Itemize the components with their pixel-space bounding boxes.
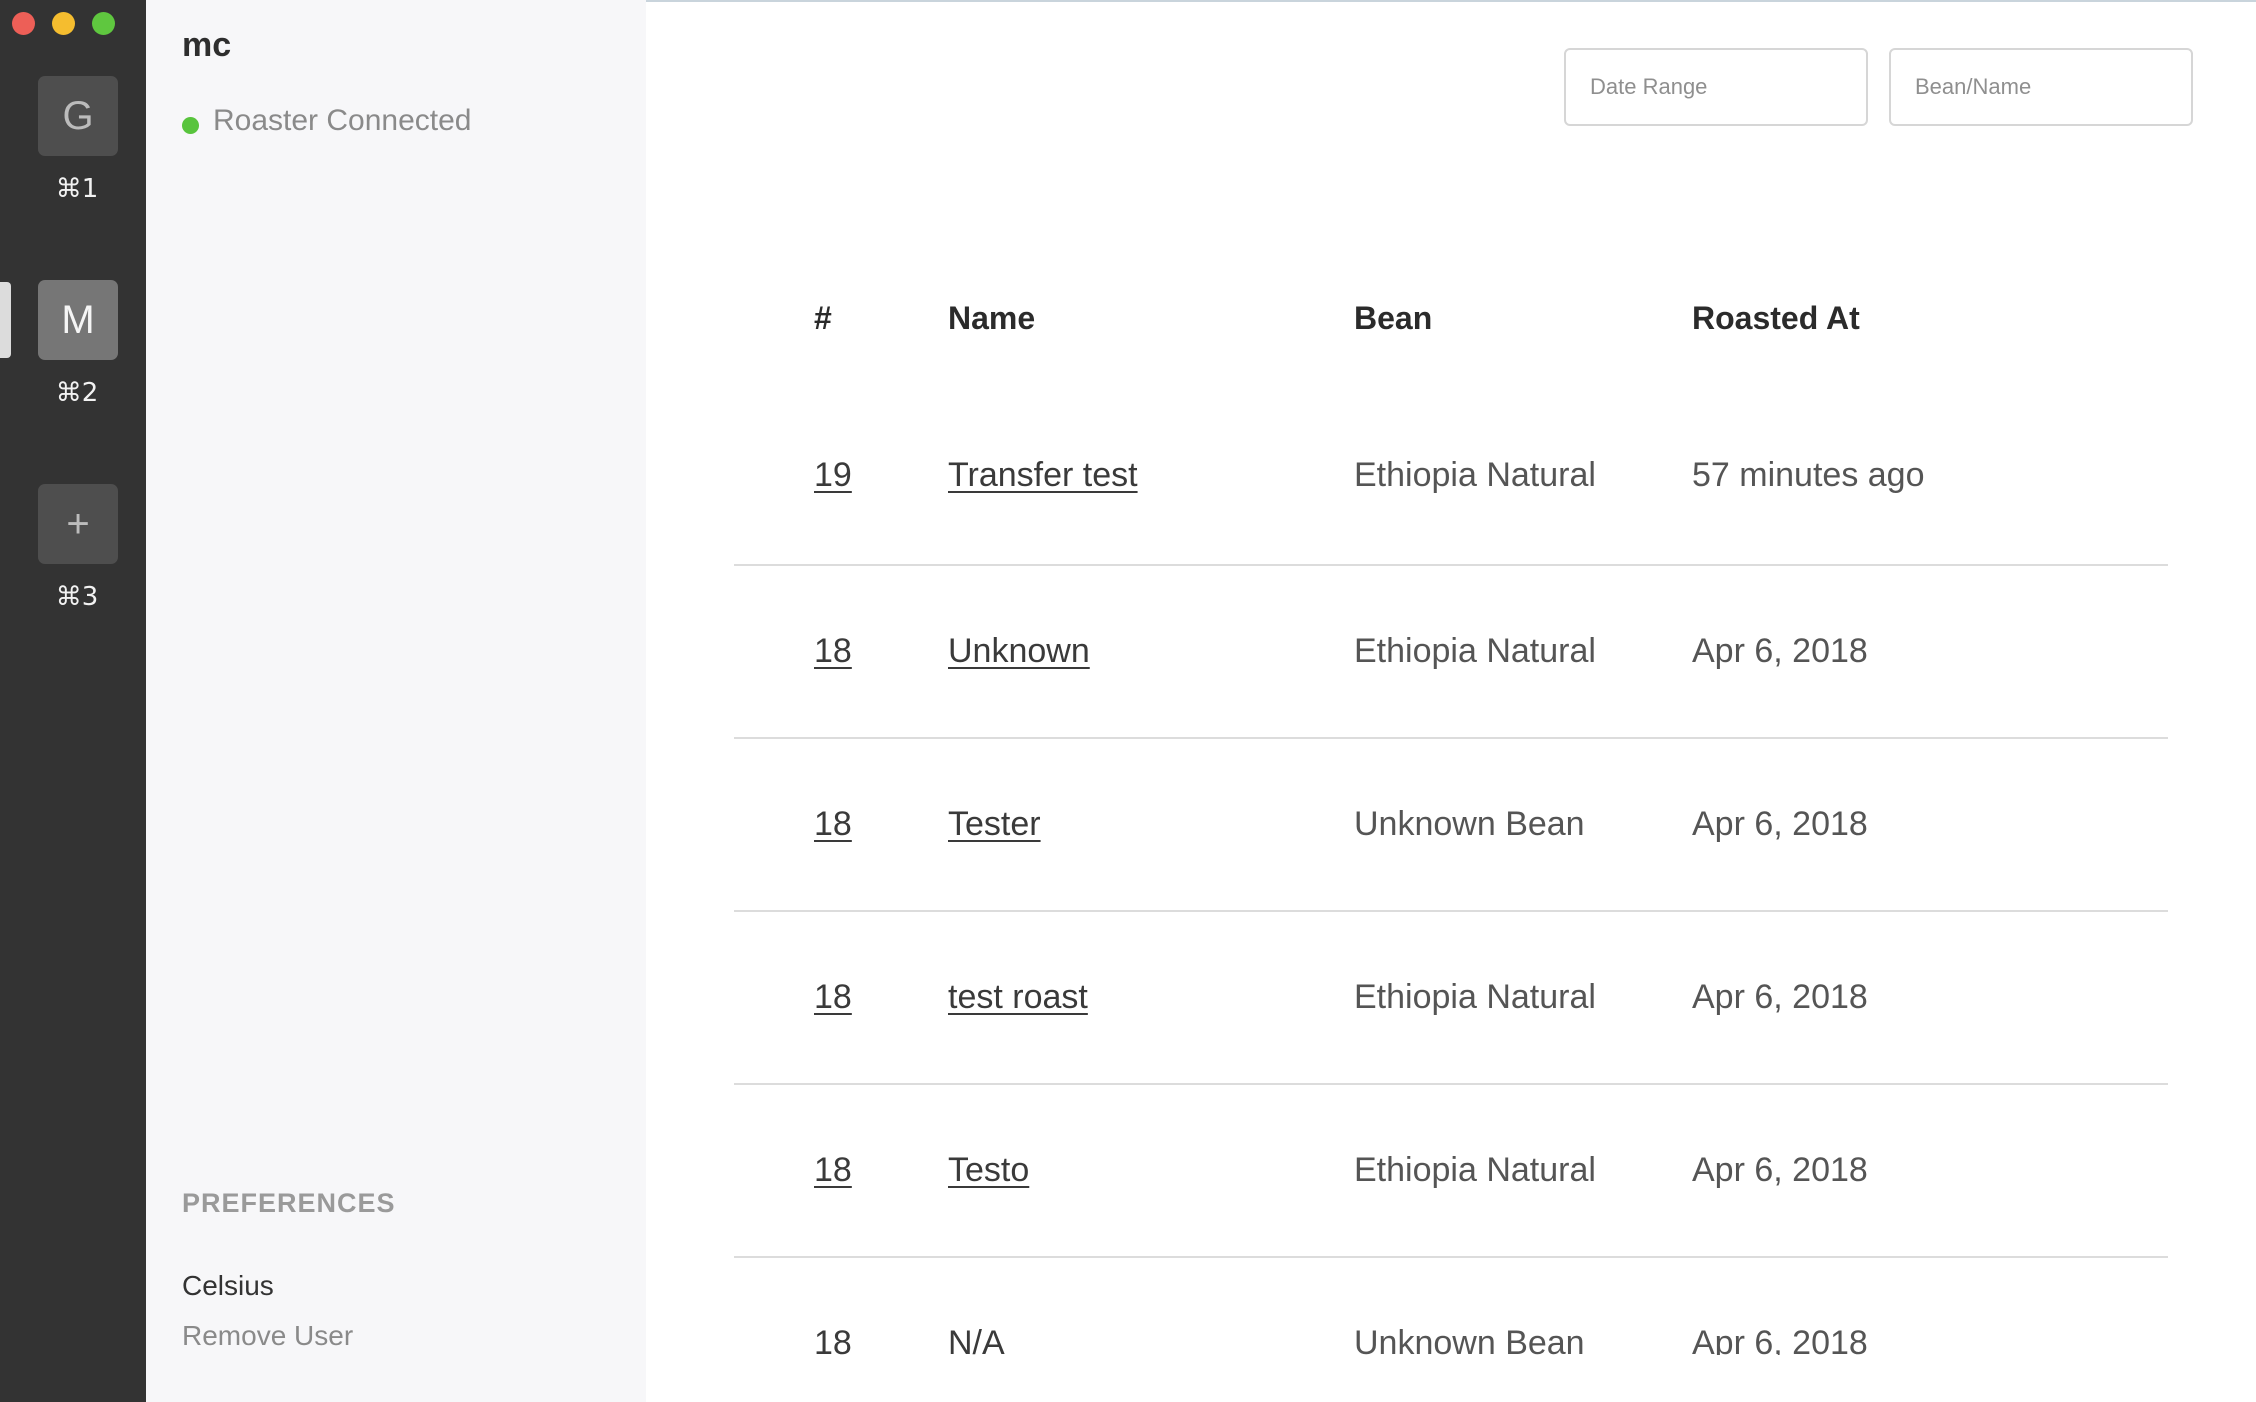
remove-user-link[interactable]: Remove User [182,1320,353,1352]
roast-table: # Name Bean Roasted At 19 Transfer test … [734,250,2168,1402]
roast-name-cell: Tester [948,738,1354,912]
roast-name-link[interactable]: Testo [948,1151,1029,1189]
roast-name-link[interactable]: test roast [948,978,1088,1016]
bean-cell: Ethiopia Natural [1354,565,1692,739]
table-header-row: # Name Bean Roasted At [734,250,2168,386]
roast-number-cell: 18 [734,911,948,1085]
user-switch-m-shortcut: ⌘2 [55,378,99,408]
roast-number-cell: 19 [734,386,948,566]
column-header-name[interactable]: Name [948,250,1354,386]
maximize-window-button[interactable] [92,12,115,35]
roasted-at-cell: 57 minutes ago [1692,386,2168,566]
bean-cell: Ethiopia Natural [1354,1084,1692,1258]
list-clip-edge [646,1355,2256,1402]
active-user-indicator [0,282,11,358]
roast-number-cell: 18 [734,738,948,912]
roast-number-link[interactable]: 18 [814,978,852,1016]
bean-name-search-input[interactable] [1889,48,2193,126]
app-window: G ⌘1 M ⌘2 + ⌘3 mc Roaster Connected PREF… [0,0,2256,1402]
bean-cell: Ethiopia Natural [1354,911,1692,1085]
table-row[interactable]: 18 Unknown Ethiopia Natural Apr 6, 2018 [734,565,2168,739]
user-switch-m-button[interactable]: M [38,280,118,360]
add-user-shortcut: ⌘3 [55,582,99,612]
roasted-at-cell: Apr 6, 2018 [1692,565,2168,739]
roast-number-link[interactable]: 19 [814,456,852,494]
roast-name-cell: Transfer test [948,386,1354,566]
roast-name-cell: Testo [948,1084,1354,1258]
user-switch-g-button[interactable]: G [38,76,118,156]
table-row[interactable]: 18 Testo Ethiopia Natural Apr 6, 2018 [734,1084,2168,1258]
roast-name-cell: Unknown [948,565,1354,739]
column-header-number[interactable]: # [734,250,948,386]
user-panel: mc Roaster Connected PREFERENCES Celsius… [146,0,646,1402]
roasted-at-cell: Apr 6, 2018 [1692,1084,2168,1258]
add-user-button[interactable]: + [38,484,118,564]
preferences-heading: PREFERENCES [182,1188,396,1218]
roast-name-link[interactable]: Transfer test [948,456,1138,494]
column-header-roasted-at[interactable]: Roasted At [1692,250,2168,386]
bean-cell: Unknown Bean [1354,738,1692,912]
connection-status-text: Roaster Connected [213,104,472,137]
roasted-at-cell: Apr 6, 2018 [1692,738,2168,912]
roast-number-link[interactable]: 18 [814,632,852,670]
user-name: mc [182,26,232,64]
roast-number-link[interactable]: 18 [814,805,852,843]
bean-cell: Ethiopia Natural [1354,386,1692,566]
roast-name-link[interactable]: Tester [948,805,1041,843]
table-row[interactable]: 18 test roast Ethiopia Natural Apr 6, 20… [734,911,2168,1085]
roast-name-cell: test roast [948,911,1354,1085]
roasted-at-cell: Apr 6, 2018 [1692,911,2168,1085]
table-row[interactable]: 19 Transfer test Ethiopia Natural 57 min… [734,386,2168,566]
roast-list-main: # Name Bean Roasted At 19 Transfer test … [646,0,2256,1402]
column-header-bean[interactable]: Bean [1354,250,1692,386]
minimize-window-button[interactable] [52,12,75,35]
connection-status-icon [182,117,199,134]
roast-number-link[interactable]: 18 [814,1151,852,1189]
date-range-input[interactable] [1564,48,1868,126]
roast-number-cell: 18 [734,1084,948,1258]
table-row[interactable]: 18 Tester Unknown Bean Apr 6, 2018 [734,738,2168,912]
roast-name-link[interactable]: Unknown [948,632,1090,670]
user-switch-g-shortcut: ⌘1 [55,174,99,204]
temperature-unit-toggle[interactable]: Celsius [182,1270,274,1302]
top-border [646,0,2256,2]
roast-number-cell: 18 [734,565,948,739]
user-switcher-rail: G ⌘1 M ⌘2 + ⌘3 [0,0,146,1402]
close-window-button[interactable] [12,12,35,35]
plus-icon: + [66,501,90,546]
